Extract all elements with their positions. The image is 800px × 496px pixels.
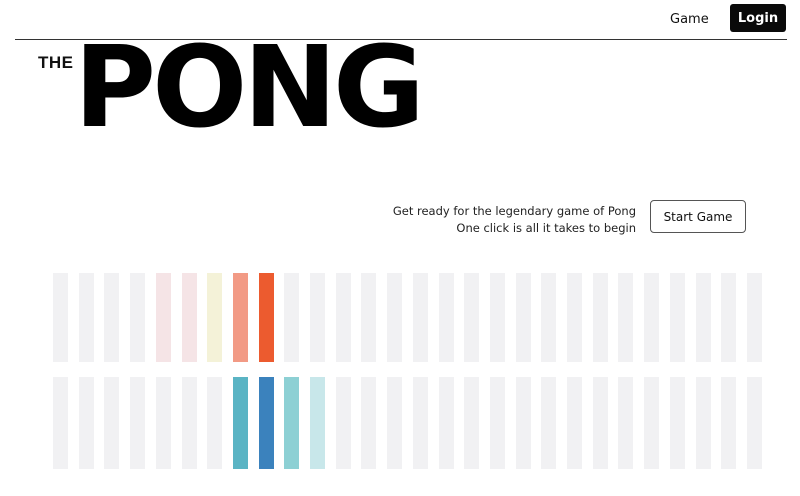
top-row-bar <box>413 273 428 362</box>
bottom-row-bar <box>413 377 428 469</box>
tagline-line-2: One click is all it takes to begin <box>456 221 636 235</box>
bottom-row-bar <box>336 377 351 469</box>
top-row-bar <box>259 273 274 362</box>
top-row-bar <box>233 273 248 362</box>
bottom-row-bar <box>79 377 94 469</box>
nav-link-game[interactable]: Game <box>670 12 709 27</box>
top-row-bar <box>696 273 711 362</box>
bottom-row-bar <box>104 377 119 469</box>
top-row-bar <box>721 273 736 362</box>
bottom-row-bar <box>516 377 531 469</box>
top-row-bar <box>361 273 376 362</box>
top-row-bar <box>567 273 582 362</box>
top-row-bar <box>156 273 171 362</box>
logo-pong-text: PONG <box>74 23 425 153</box>
bottom-row-bar <box>207 377 222 469</box>
bottom-row-bar <box>618 377 633 469</box>
top-row-bar <box>644 273 659 362</box>
bottom-row-bar <box>130 377 145 469</box>
start-game-button[interactable]: Start Game <box>650 200 746 233</box>
tagline: Get ready for the legendary game of Pong… <box>393 203 636 237</box>
top-row-bar <box>387 273 402 362</box>
bottom-row-bar <box>284 377 299 469</box>
top-row-bar <box>516 273 531 362</box>
bottom-row-bar <box>439 377 454 469</box>
top-row-bar <box>310 273 325 362</box>
bottom-row-bar <box>310 377 325 469</box>
top-row-bar <box>104 273 119 362</box>
top-row-bar <box>336 273 351 362</box>
bottom-row-bar <box>644 377 659 469</box>
bottom-row-bar <box>464 377 479 469</box>
top-row-bar <box>207 273 222 362</box>
tagline-line-1: Get ready for the legendary game of Pong <box>392 204 636 218</box>
logo-the-text: THE <box>38 53 74 72</box>
top-row-bar <box>541 273 556 362</box>
top-row-bar <box>490 273 505 362</box>
bottom-row-bar <box>182 377 197 469</box>
bottom-row-bar <box>747 377 762 469</box>
bottom-row-bar <box>233 377 248 469</box>
top-row-bar <box>79 273 94 362</box>
top-row-bar <box>747 273 762 362</box>
bottom-row-bar <box>696 377 711 469</box>
bottom-row-bar <box>567 377 582 469</box>
top-row-bar <box>464 273 479 362</box>
bottom-row-bar <box>53 377 68 469</box>
bottom-row-bar <box>593 377 608 469</box>
bottom-row-bar <box>387 377 402 469</box>
top-row-bar <box>182 273 197 362</box>
top-row-bar <box>439 273 454 362</box>
bottom-row-bar <box>490 377 505 469</box>
top-row-bar <box>670 273 685 362</box>
bottom-row-bar <box>259 377 274 469</box>
bottom-row-bar <box>541 377 556 469</box>
bottom-row-bar <box>670 377 685 469</box>
bottom-row-bar <box>361 377 376 469</box>
top-row-bar <box>284 273 299 362</box>
login-button[interactable]: Login <box>730 4 786 32</box>
top-row-bar <box>593 273 608 362</box>
top-row-bar <box>618 273 633 362</box>
top-row-bar <box>130 273 145 362</box>
bottom-row-bar <box>721 377 736 469</box>
bottom-row-bar <box>156 377 171 469</box>
top-row-bar <box>53 273 68 362</box>
